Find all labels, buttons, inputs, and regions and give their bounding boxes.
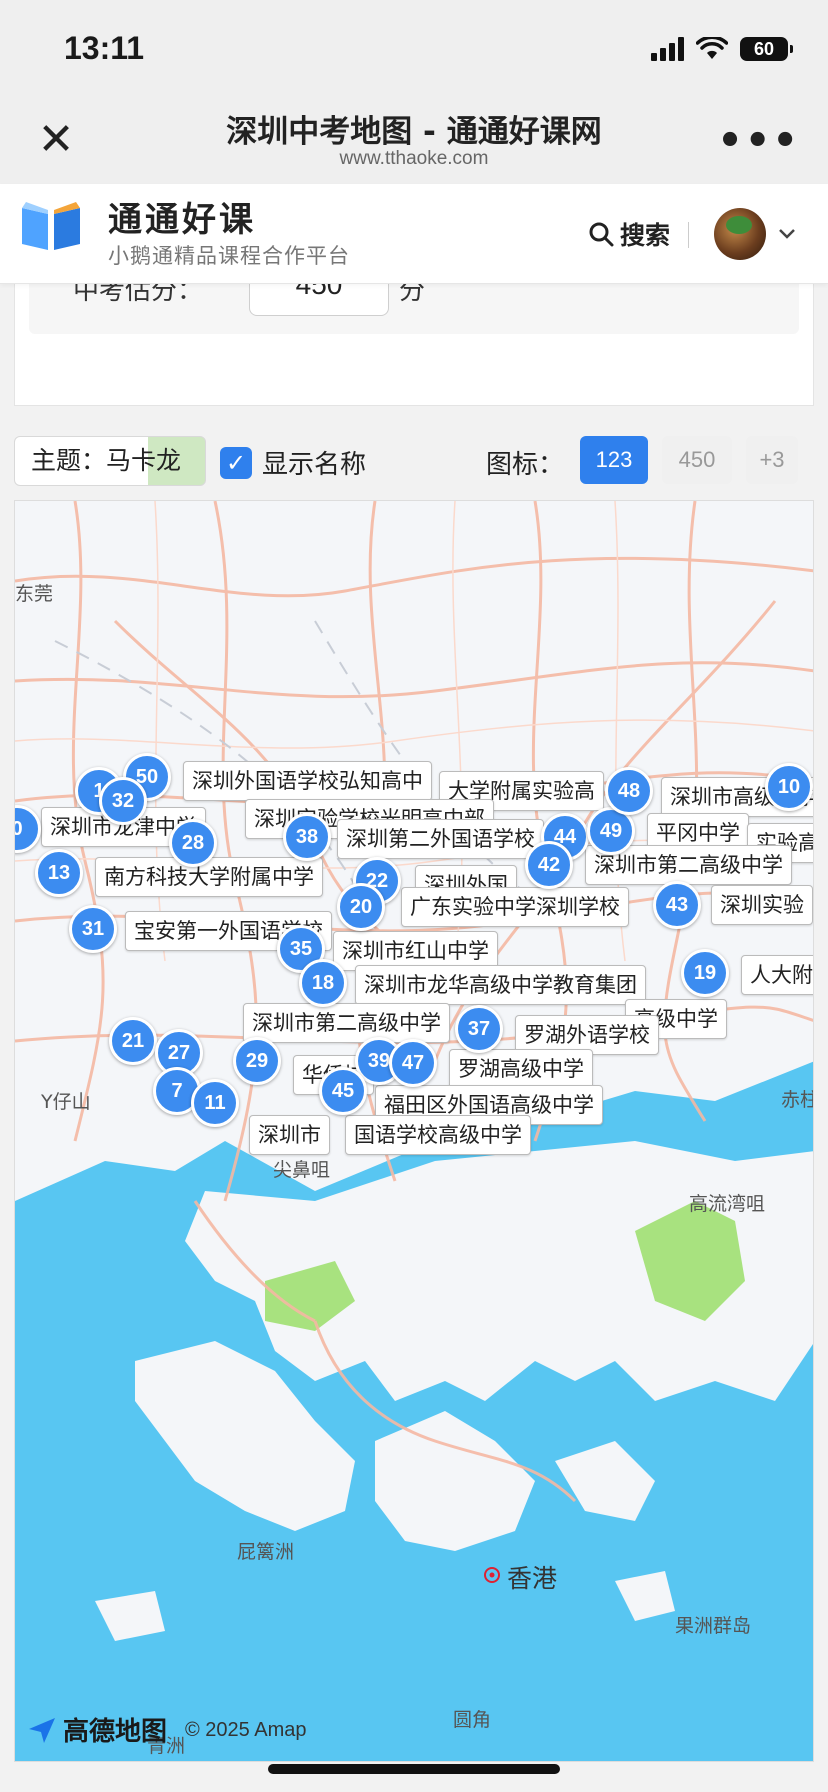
- school-marker[interactable]: 37: [455, 1005, 503, 1053]
- status-icons: 60: [651, 34, 793, 64]
- map-canvas[interactable]: 东莞 Y仔山 尖鼻咀 高流湾咀 赤柱 香港 屁篱洲 果洲群岛 圆角 青洲 深圳外…: [14, 500, 814, 1762]
- school-label[interactable]: 广东实验中学深圳学校: [401, 887, 629, 927]
- school-marker[interactable]: 47: [389, 1039, 437, 1087]
- school-marker[interactable]: 48: [605, 767, 653, 815]
- search-label: 搜索: [620, 221, 671, 250]
- school-marker[interactable]: 43: [653, 881, 701, 929]
- brand-subtitle: 小鹅通精品课程合作平台: [108, 244, 350, 268]
- icon-option-more[interactable]: +3: [746, 436, 798, 484]
- school-label[interactable]: 国语学校高级中学: [345, 1115, 531, 1155]
- site-header: 通通好课 小鹅通精品课程合作平台 搜索: [0, 184, 828, 284]
- chevron-down-icon[interactable]: [776, 222, 798, 244]
- school-label[interactable]: 罗湖高级中学: [449, 1049, 593, 1089]
- school-marker[interactable]: 10: [765, 763, 813, 811]
- school-marker[interactable]: 11: [191, 1079, 239, 1127]
- school-marker[interactable]: 45: [319, 1067, 367, 1115]
- school-marker[interactable]: 42: [525, 841, 573, 889]
- brand-name[interactable]: 通通好课: [108, 192, 256, 241]
- school-label[interactable]: 深圳外国语学校弘知高中: [183, 761, 432, 801]
- page-url: www.tthaoke.com: [339, 148, 489, 169]
- school-marker[interactable]: 38: [283, 813, 331, 861]
- school-label[interactable]: 人大附: [741, 955, 813, 995]
- cellular-signal-icon: [651, 37, 684, 61]
- place-label: 尖鼻咀: [273, 1159, 331, 1181]
- show-name-toggle[interactable]: ✓ 显示名称: [220, 444, 366, 481]
- battery-icon: 60: [740, 37, 793, 61]
- school-marker[interactable]: 21: [109, 1017, 157, 1065]
- status-time: 13:11: [64, 30, 145, 66]
- icon-option-450[interactable]: 450: [662, 436, 732, 484]
- more-menu-icon[interactable]: •••: [717, 118, 800, 164]
- school-marker[interactable]: 19: [681, 949, 729, 997]
- place-label: Y仔山: [41, 1091, 91, 1113]
- show-name-checkbox[interactable]: ✓: [220, 446, 252, 479]
- school-marker[interactable]: 29: [233, 1037, 281, 1085]
- avatar[interactable]: [714, 208, 766, 260]
- school-marker[interactable]: 31: [69, 905, 117, 953]
- school-label[interactable]: 深圳市第二高级中学: [243, 1003, 450, 1043]
- status-bar: 13:11 60: [0, 0, 828, 96]
- icon-option-123[interactable]: 123: [580, 436, 648, 484]
- search-button[interactable]: 搜索: [588, 216, 670, 252]
- school-label[interactable]: 深圳第二外国语学校: [337, 819, 544, 859]
- place-label: 圆角: [453, 1709, 492, 1731]
- search-icon: [589, 222, 614, 247]
- map-copyright: © 2025 Amap: [185, 1719, 307, 1741]
- place-label: 屁篱洲: [237, 1541, 295, 1563]
- amap-logo-text: 高德地图: [63, 1717, 168, 1747]
- place-label: 果洲群岛: [675, 1615, 752, 1637]
- home-indicator: [268, 1764, 560, 1774]
- book-logo-icon[interactable]: [18, 198, 84, 254]
- school-label[interactable]: 深圳市: [249, 1115, 330, 1155]
- place-label: 高流湾咀: [689, 1193, 766, 1215]
- page-title: 深圳中考地图 - 通通好课网: [226, 114, 602, 150]
- school-label[interactable]: 深圳实验: [711, 885, 813, 925]
- navigation-arrow-icon: [29, 1717, 55, 1743]
- theme-select[interactable]: 主题：马卡龙: [14, 436, 206, 486]
- school-marker[interactable]: 32: [99, 777, 147, 825]
- place-label: 赤柱: [781, 1089, 813, 1111]
- wifi-icon: [696, 37, 728, 59]
- school-marker[interactable]: 18: [299, 959, 347, 1007]
- show-name-label: 显示名称: [262, 450, 367, 480]
- amap-logo: 高德地图: [27, 1711, 167, 1748]
- browser-nav-bar: ✕ 深圳中考地图 - 通通好课网 www.tthaoke.com •••: [0, 96, 828, 184]
- header-divider: [688, 222, 689, 248]
- place-label: 东莞: [15, 583, 54, 605]
- place-label-hong-kong: 香港: [507, 1564, 558, 1593]
- school-label[interactable]: 深圳市龙华高级中学教育集团: [355, 965, 646, 1005]
- school-marker[interactable]: 28: [169, 819, 217, 867]
- icon-style-label: 图标：: [486, 450, 565, 480]
- school-marker[interactable]: 13: [35, 849, 83, 897]
- school-marker[interactable]: 20: [337, 883, 385, 931]
- school-label[interactable]: 南方科技大学附属中学: [95, 857, 323, 897]
